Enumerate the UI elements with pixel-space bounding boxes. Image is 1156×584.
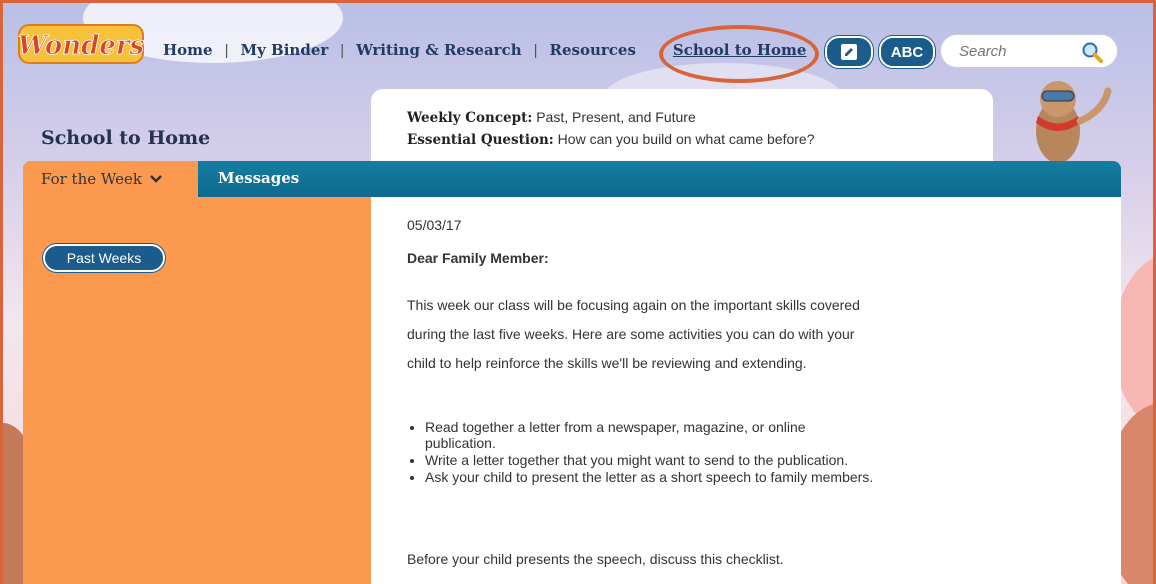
letter-content: 05/03/17 Dear Family Member: This week o… xyxy=(371,197,1121,584)
search-box xyxy=(940,34,1118,68)
nav-my-binder[interactable]: My Binder xyxy=(241,41,329,59)
nav-home[interactable]: Home xyxy=(163,41,213,59)
highlight-annotation xyxy=(659,25,819,83)
letter-salutation: Dear Family Member: xyxy=(407,250,549,266)
past-weeks-button[interactable]: Past Weeks xyxy=(43,244,165,272)
edit-icon xyxy=(841,44,857,60)
edit-button[interactable] xyxy=(825,36,873,68)
list-item: Read together a letter from a newspaper,… xyxy=(425,419,875,451)
essential-question-label: Essential Question xyxy=(407,132,549,148)
list-item: Write a letter together that you might w… xyxy=(425,452,875,468)
weekly-concept-value: Past, Present, and Future xyxy=(536,109,696,125)
essential-question: Essential Question: How can you build on… xyxy=(407,131,815,148)
nav-separator: | xyxy=(533,41,538,59)
tab-for-the-week[interactable]: For the Week xyxy=(23,161,198,197)
chevron-down-icon xyxy=(150,175,162,183)
search-input[interactable] xyxy=(957,42,1081,61)
nav-separator: | xyxy=(340,41,345,59)
abc-button[interactable]: ABC xyxy=(879,36,935,68)
letter-closing: Before your child presents the speech, d… xyxy=(407,551,784,567)
tab-for-the-week-label: For the Week xyxy=(41,170,142,188)
essential-question-value: How can you build on what came before? xyxy=(557,131,815,147)
nav-writing-research[interactable]: Writing & Research xyxy=(356,41,521,59)
nav-separator: | xyxy=(224,41,229,59)
wonders-logo[interactable]: Wonders xyxy=(17,21,145,67)
mascot-illustration xyxy=(1036,81,1112,163)
tab-messages[interactable]: Messages xyxy=(218,169,299,187)
letter-date: 05/03/17 xyxy=(407,217,462,233)
nav-resources[interactable]: Resources xyxy=(550,41,636,59)
activity-list: Read together a letter from a newspaper,… xyxy=(407,419,875,486)
page-title: School to Home xyxy=(41,127,211,149)
weekly-concept-card: Weekly Concept: Past, Present, and Futur… xyxy=(371,89,993,169)
letter-paragraph: This week our class will be focusing aga… xyxy=(407,297,860,371)
search-icon[interactable] xyxy=(1081,41,1103,63)
weekly-concept-label: Weekly Concept xyxy=(407,110,528,126)
list-item: Ask your child to present the letter as … xyxy=(425,469,875,485)
app-frame: Wonders Home | My Binder | Writing & Res… xyxy=(0,0,1156,584)
logo-text: Wonders xyxy=(18,31,145,61)
weekly-concept: Weekly Concept: Past, Present, and Futur… xyxy=(407,109,696,126)
